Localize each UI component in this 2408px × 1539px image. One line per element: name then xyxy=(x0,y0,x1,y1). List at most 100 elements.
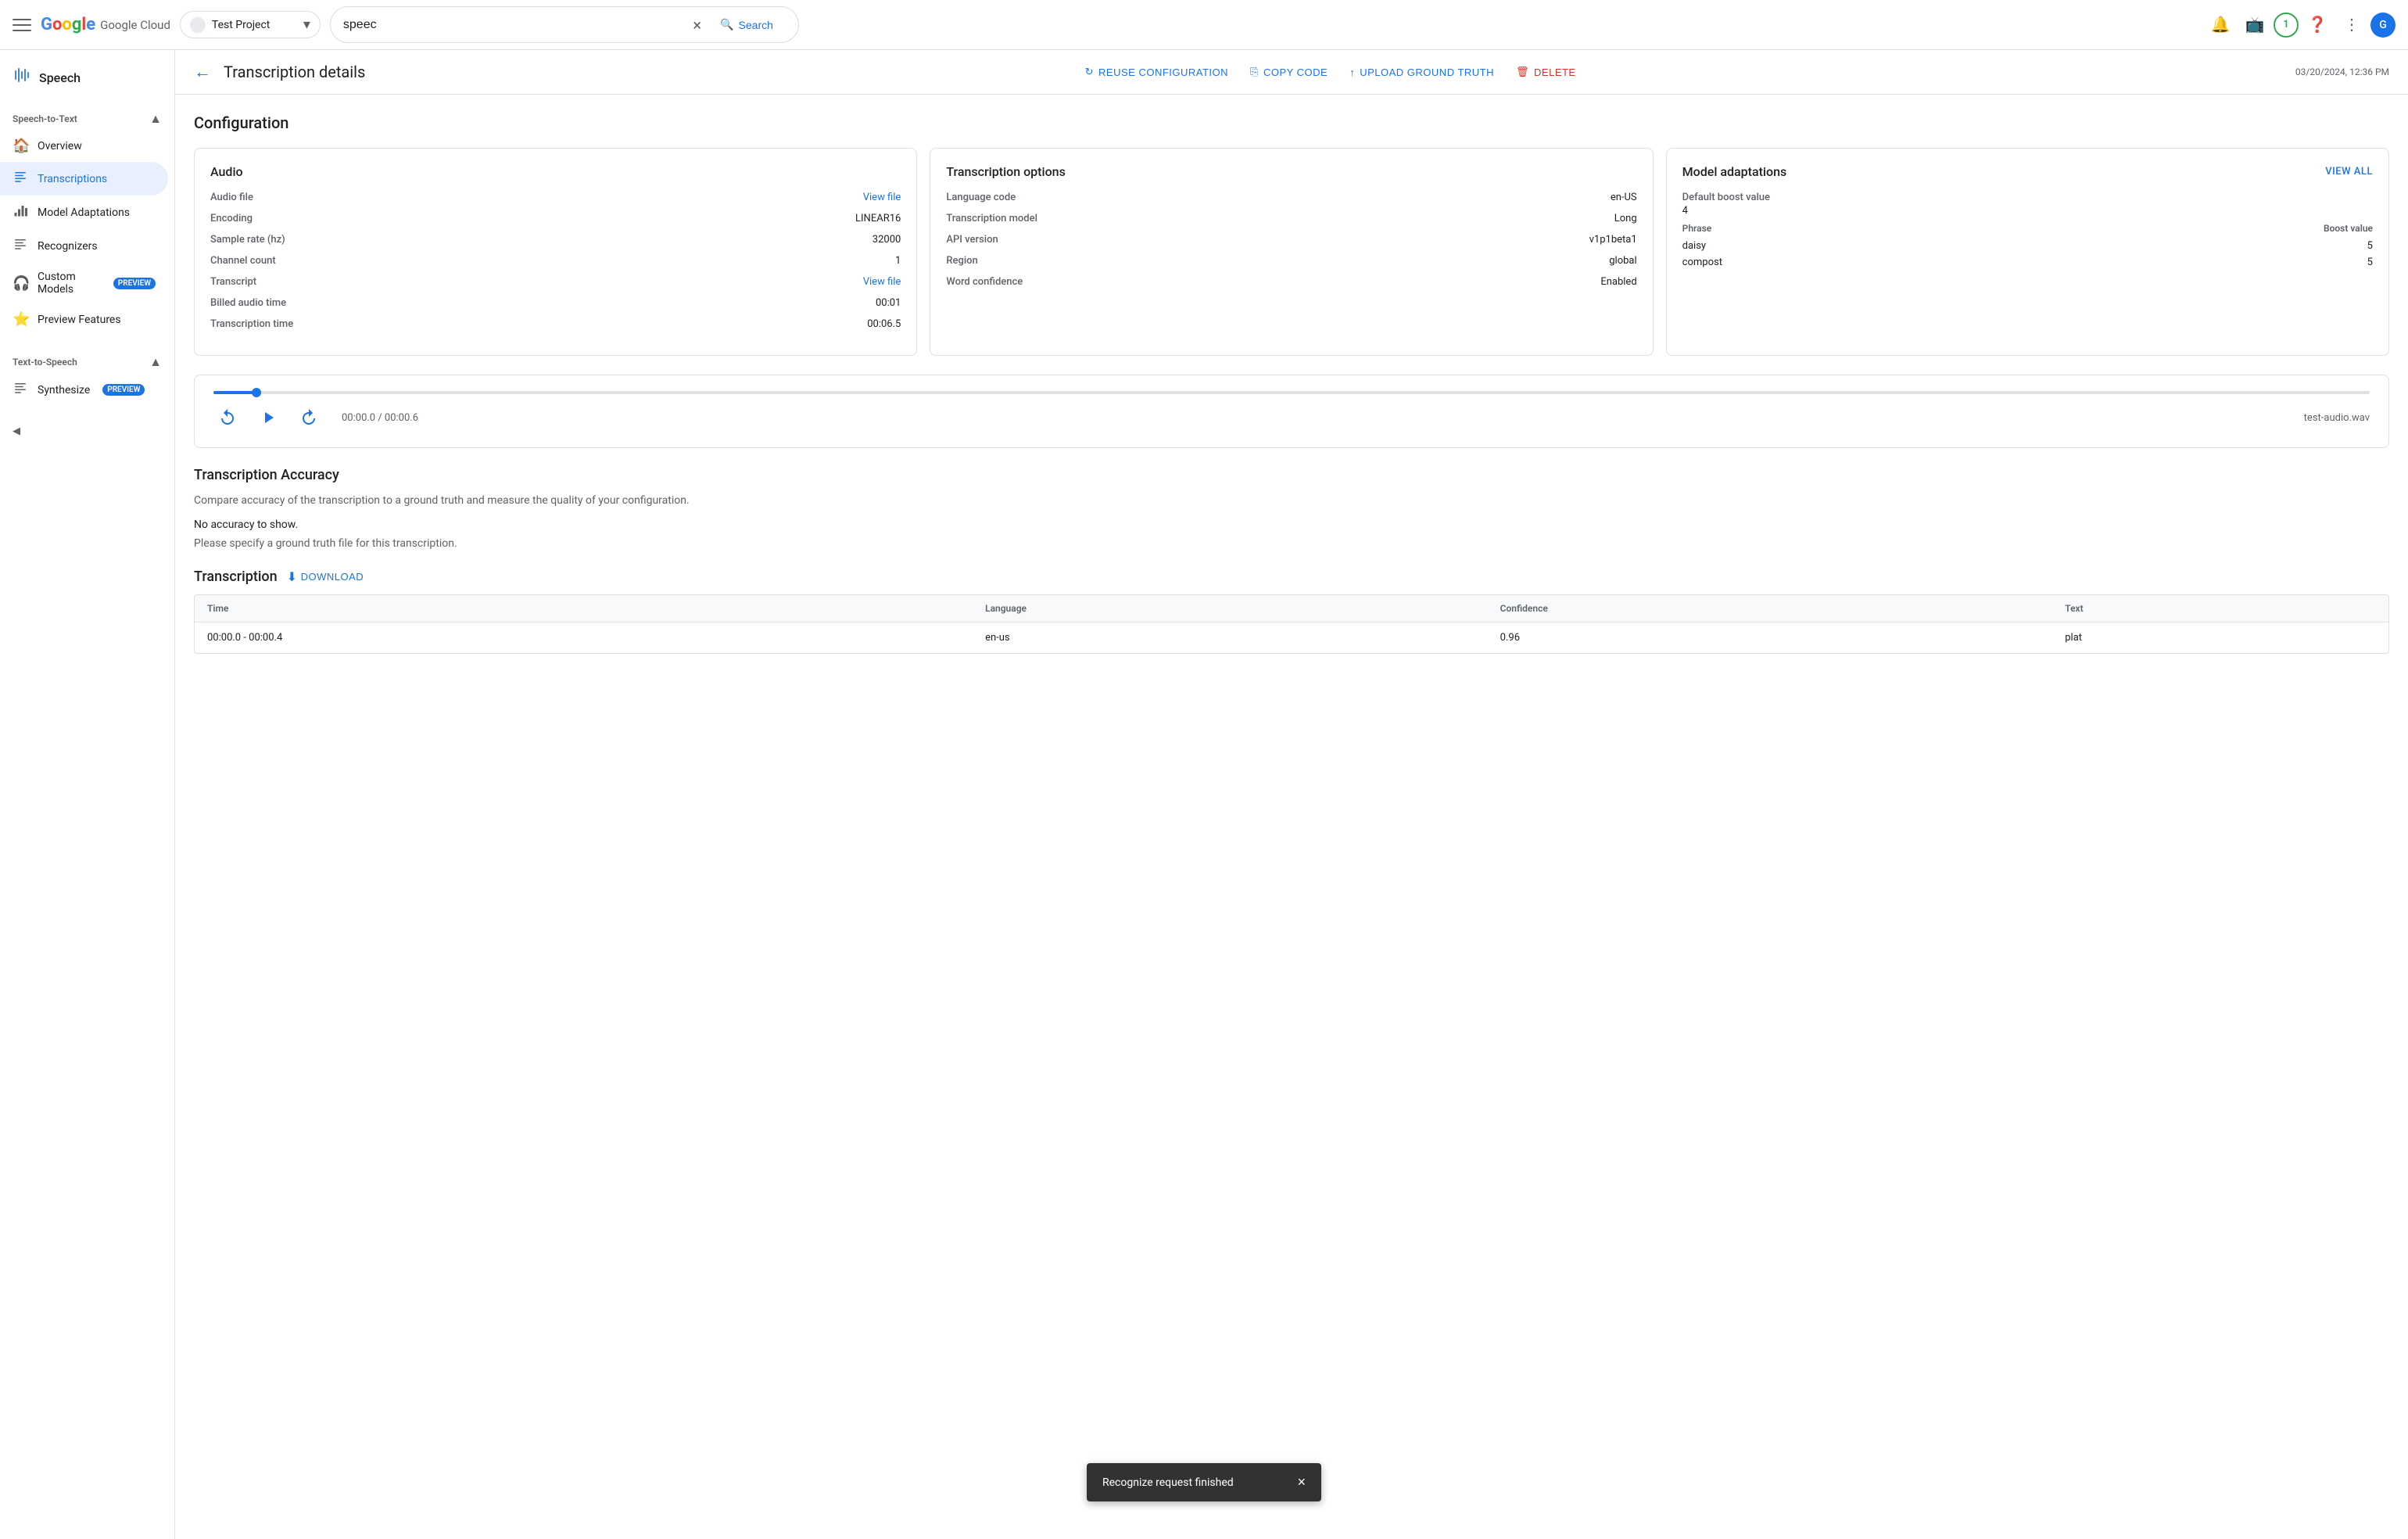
audio-card-title: Audio xyxy=(210,164,901,179)
preview-badge: PREVIEW xyxy=(113,278,156,289)
avatar[interactable]: G xyxy=(2370,13,2395,38)
copy-icon: ⎘ xyxy=(1250,66,1259,78)
accuracy-section: Transcription Accuracy Compare accuracy … xyxy=(194,467,2389,550)
collapse-icon: ◀ xyxy=(13,425,20,437)
nav-icons: 🔔 📺 1 ❓ ⋮ G xyxy=(2205,9,2395,41)
product-name: Speech xyxy=(39,70,81,85)
back-button[interactable]: ← xyxy=(194,62,211,82)
upload-icon: ↑ xyxy=(1349,66,1355,78)
reuse-configuration-button[interactable]: ↻ REUSE CONFIGURATION xyxy=(1076,59,1238,84)
fast-forward-button[interactable] xyxy=(295,404,323,432)
sidebar-item-transcriptions[interactable]: Transcriptions xyxy=(0,162,168,196)
help-icon: ❓ xyxy=(2308,15,2327,34)
accuracy-title: Transcription Accuracy xyxy=(194,467,2389,483)
clear-search-button[interactable]: × xyxy=(693,16,701,34)
accuracy-hint: Please specify a ground truth file for t… xyxy=(194,537,2389,550)
transcription-header: Transcription ⬇ DOWNLOAD xyxy=(194,569,2389,585)
view-all-button[interactable]: VIEW ALL xyxy=(2325,166,2373,178)
audio-file-row: Audio file View file xyxy=(210,192,901,203)
time-column-header: Time xyxy=(195,595,973,622)
page-title: Transcription details xyxy=(224,63,365,81)
page-timestamp: 03/20/2024, 12:36 PM xyxy=(2295,66,2389,77)
chevron-up-icon: ▲ xyxy=(149,111,162,127)
sidebar-item-label: Model Adaptations xyxy=(38,206,130,219)
delete-icon: 🗑 xyxy=(1516,66,1529,78)
notifications-button[interactable]: 🔔 xyxy=(2205,9,2236,41)
sidebar-item-recognizers[interactable]: Recognizers xyxy=(0,229,168,263)
model-adaptations-card: Model adaptations VIEW ALL Default boost… xyxy=(1666,148,2389,356)
sidebar-item-overview[interactable]: 🏠 Overview xyxy=(0,130,168,162)
more-vert-icon: ⋮ xyxy=(2344,15,2360,34)
account-count[interactable]: 1 xyxy=(2274,13,2299,38)
encoding-row: Encoding LINEAR16 xyxy=(210,213,901,224)
speech-icon xyxy=(13,66,31,89)
help-button[interactable]: ❓ xyxy=(2302,9,2333,41)
sidebar-item-label: Transcriptions xyxy=(38,173,107,185)
speech-to-text-section[interactable]: Speech-to-Text ▲ xyxy=(0,99,174,130)
sidebar-item-model-adaptations[interactable]: Model Adaptations xyxy=(0,196,168,229)
sample-rate-row: Sample rate (hz) 32000 xyxy=(210,234,901,246)
custom-models-icon: 🎧 xyxy=(13,275,28,292)
transcription-title: Transcription xyxy=(194,569,278,585)
home-icon: 🏠 xyxy=(13,138,28,154)
transcription-model-row: Transcription model Long xyxy=(946,213,1636,224)
hamburger-menu[interactable] xyxy=(13,16,31,34)
table-row: 00:00.0 - 00:00.4 en-us 0.96 plat xyxy=(195,622,2388,654)
transcription-section: Transcription ⬇ DOWNLOAD Time Language C… xyxy=(194,569,2389,654)
transcription-time-row: Transcription time 00:06.5 xyxy=(210,318,901,330)
language-cell: en-us xyxy=(973,622,1488,654)
time-cell: 00:00.0 - 00:00.4 xyxy=(195,622,973,654)
sidebar-item-preview-features[interactable]: ⭐ Preview Features xyxy=(0,303,168,335)
channel-count-row: Channel count 1 xyxy=(210,255,901,267)
language-code-row: Language code en-US xyxy=(946,192,1636,203)
logo-text: Google Cloud xyxy=(100,18,170,32)
audio-player: 00:00.0 / 00:00.6 test-audio.wav xyxy=(194,375,2389,448)
transcription-options-title: Transcription options xyxy=(946,164,1636,179)
default-boost-label: Default boost value xyxy=(1682,192,2373,203)
notifications-icon: 🔔 xyxy=(2211,15,2231,34)
sidebar-item-custom-models[interactable]: 🎧 Custom Models PREVIEW xyxy=(0,263,168,303)
snackbar-message: Recognize request finished xyxy=(1102,1476,1234,1489)
audio-slider-fill xyxy=(213,391,256,394)
synthesize-icon xyxy=(13,381,28,399)
audio-slider-thumb xyxy=(252,388,261,397)
snackbar: Recognize request finished × xyxy=(1087,1463,1321,1501)
audio-card: Audio Audio file View file Encoding LINE… xyxy=(194,148,917,356)
recognizers-icon xyxy=(13,237,28,255)
sidebar-item-label: Preview Features xyxy=(38,314,121,326)
header-actions: ↻ REUSE CONFIGURATION ⎘ COPY CODE ↑ UPLO… xyxy=(1076,59,1586,84)
collapse-sidebar-button[interactable]: ◀ xyxy=(13,419,162,443)
main-content: ← Transcription details ↻ REUSE CONFIGUR… xyxy=(175,50,2408,1539)
search-button[interactable]: 🔍 Search xyxy=(708,12,786,38)
text-to-speech-section[interactable]: Text-to-Speech ▲ xyxy=(0,342,174,373)
audio-slider-container xyxy=(213,391,2370,394)
google-cloud-logo[interactable]: Google Google Cloud xyxy=(41,15,170,34)
rewind-button[interactable] xyxy=(213,404,242,432)
preview-features-icon: ⭐ xyxy=(13,311,28,328)
project-selector[interactable]: Test Project ▾ xyxy=(180,11,321,38)
sidebar-item-synthesize[interactable]: Synthesize PREVIEW xyxy=(0,373,168,407)
play-button[interactable] xyxy=(254,404,282,432)
phrase-table: Phrase Boost value daisy 5 compost 5 xyxy=(1682,223,2373,268)
sidebar: Speech Speech-to-Text ▲ 🏠 Overview Trans… xyxy=(0,50,175,1539)
more-options-button[interactable]: ⋮ xyxy=(2336,9,2367,41)
download-button[interactable]: ⬇ DOWNLOAD xyxy=(287,569,364,585)
cast-button[interactable]: 📺 xyxy=(2239,9,2270,41)
page-header: ← Transcription details ↻ REUSE CONFIGUR… xyxy=(175,50,2408,95)
audio-progress-slider[interactable] xyxy=(213,391,2370,394)
transcript-file-link[interactable]: View file xyxy=(863,276,901,288)
chevron-down-icon: ▾ xyxy=(303,16,310,33)
api-version-row: API version v1p1beta1 xyxy=(946,234,1636,246)
download-icon: ⬇ xyxy=(287,569,298,585)
delete-button[interactable]: 🗑 DELETE xyxy=(1507,59,1586,84)
confidence-cell: 0.96 xyxy=(1488,622,2053,654)
accuracy-description: Compare accuracy of the transcription to… xyxy=(194,493,2389,509)
phrase-header: Phrase Boost value xyxy=(1682,223,2373,234)
copy-code-button[interactable]: ⎘ COPY CODE xyxy=(1241,59,1337,84)
sidebar-item-label: Recognizers xyxy=(38,240,98,253)
search-input[interactable] xyxy=(343,18,687,32)
snackbar-close-button[interactable]: × xyxy=(1297,1474,1306,1491)
upload-ground-truth-button[interactable]: ↑ UPLOAD GROUND TRUTH xyxy=(1340,60,1503,84)
audio-file-link[interactable]: View file xyxy=(863,192,901,203)
sidebar-item-label: Overview xyxy=(38,140,82,152)
